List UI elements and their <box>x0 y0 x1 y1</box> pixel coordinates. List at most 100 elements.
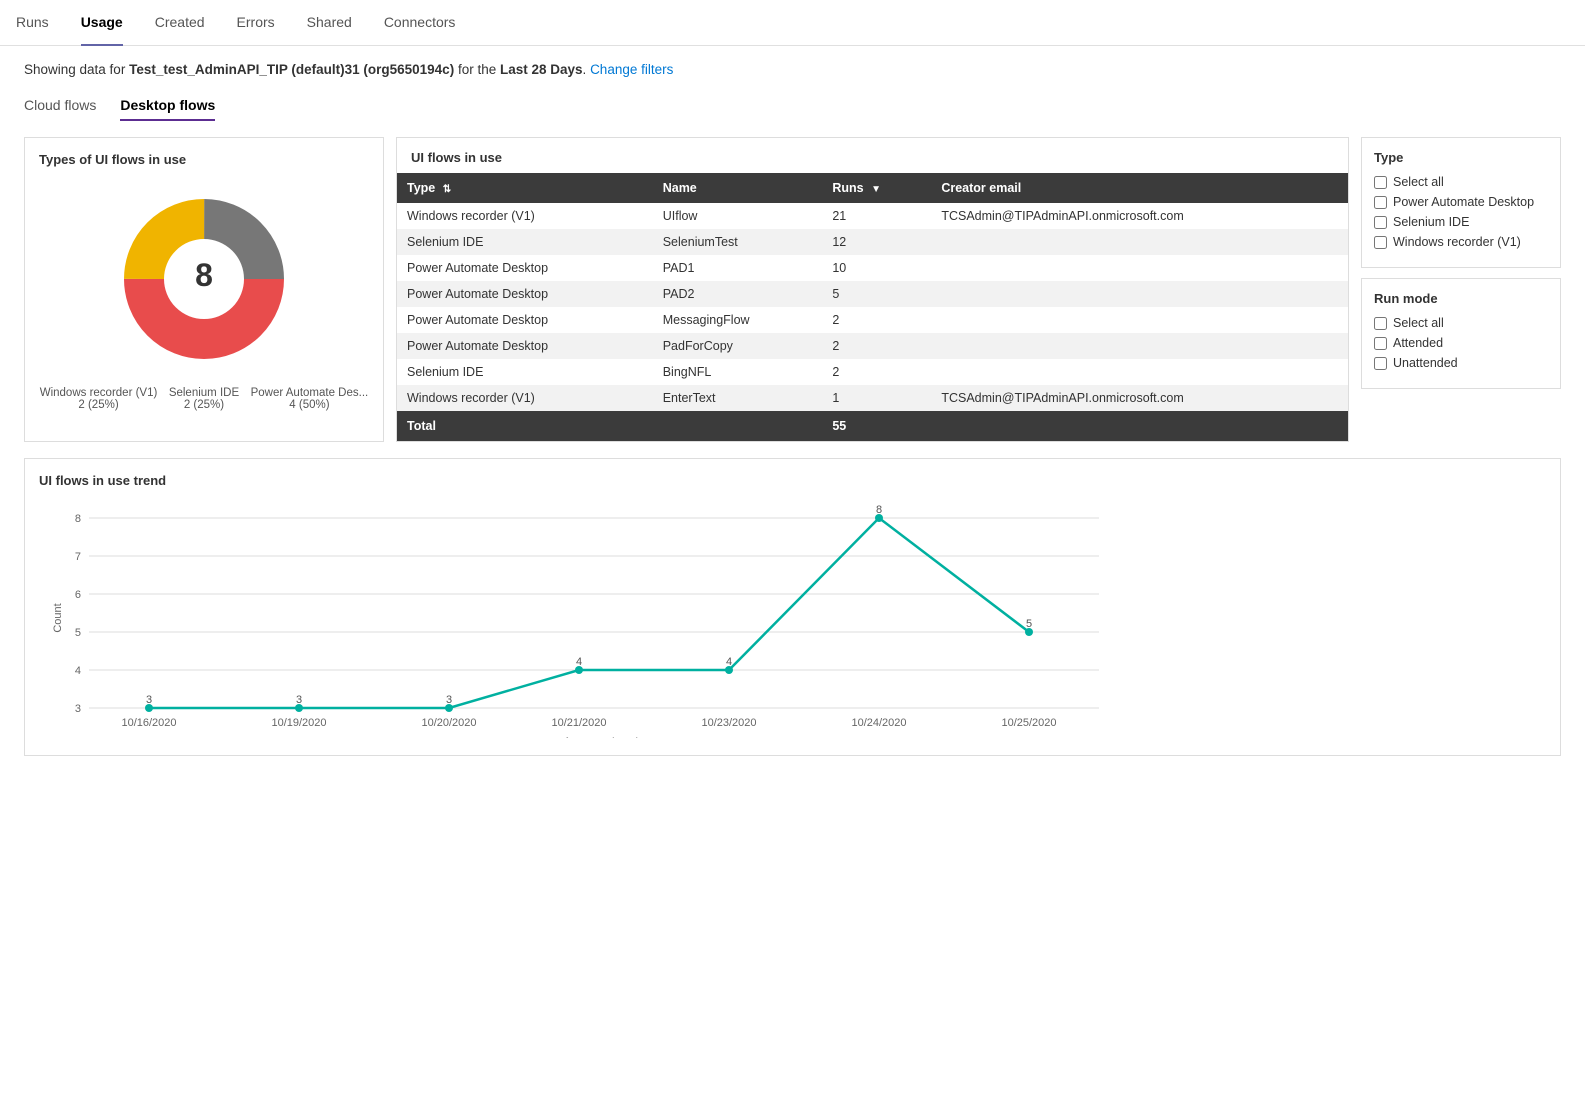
col-runs[interactable]: Runs ▼ <box>822 173 931 203</box>
runmode-filter-checkbox[interactable] <box>1374 337 1387 350</box>
type-filter-box: Type Select all Power Automate Desktop Sel… <box>1361 137 1561 268</box>
subtitle: Showing data for Test_test_AdminAPI_TIP … <box>24 62 1561 77</box>
cell-runs: 21 <box>822 203 931 229</box>
cell-creator <box>931 281 1348 307</box>
runmode-filter-label: Unattended <box>1393 356 1458 370</box>
cell-creator <box>931 229 1348 255</box>
cell-creator: TCSAdmin@TIPAdminAPI.onmicrosoft.com <box>931 385 1348 411</box>
col-name[interactable]: Name <box>653 173 823 203</box>
cell-type: Selenium IDE <box>397 229 653 255</box>
footer-empty <box>931 411 1348 441</box>
xtick-1019: 10/19/2020 <box>271 717 326 729</box>
runmode-filter-item[interactable]: Unattended <box>1374 356 1548 370</box>
x-axis-label: Aggregation date <box>563 735 655 738</box>
tab-errors[interactable]: Errors <box>237 0 275 46</box>
trend-title: UI flows in use trend <box>39 473 1546 488</box>
table-header-row: Type ⇅ Name Runs ▼ Creator email <box>397 173 1348 203</box>
table-row: Power Automate Desktop PAD2 5 <box>397 281 1348 307</box>
type-filter-item[interactable]: Select all <box>1374 175 1548 189</box>
cell-type: Power Automate Desktop <box>397 307 653 333</box>
runmode-filter-items: Select all Attended Unattended <box>1374 316 1548 370</box>
tab-connectors[interactable]: Connectors <box>384 0 456 46</box>
tab-usage[interactable]: Usage <box>81 0 123 46</box>
type-filter-label: Selenium IDE <box>1393 215 1469 229</box>
tab-runs[interactable]: Runs <box>16 0 49 46</box>
cell-name: PadForCopy <box>653 333 823 359</box>
type-filter-label: Power Automate Desktop <box>1393 195 1534 209</box>
cell-runs: 2 <box>822 333 931 359</box>
donut-title: Types of UI flows in use <box>39 152 369 167</box>
main-grid: Types of UI flows in use 8 Windows <box>24 137 1561 442</box>
donut-panel: Types of UI flows in use 8 Windows <box>24 137 384 442</box>
legend-value-red: 4 (50%) <box>289 399 329 411</box>
donut-svg: 8 <box>84 179 324 379</box>
col-creator[interactable]: Creator email <box>931 173 1348 203</box>
tab-created[interactable]: Created <box>155 0 205 46</box>
cell-runs: 2 <box>822 359 931 385</box>
trend-panel: UI flows in use trend Count 3 4 5 6 7 <box>24 458 1561 756</box>
table-body: Windows recorder (V1) UIflow 21 TCSAdmin… <box>397 203 1348 411</box>
donut-legend: Windows recorder (V1) 2 (25%) Selenium I… <box>39 387 369 411</box>
footer-total: 55 <box>822 411 931 441</box>
legend-label-red: Power Automate Des... <box>251 387 369 399</box>
legend-item-red: Power Automate Des... 4 (50%) <box>251 387 369 411</box>
xtick-1020: 10/20/2020 <box>421 717 476 729</box>
val-label-1024: 8 <box>876 504 882 516</box>
type-filter-checkbox[interactable] <box>1374 236 1387 249</box>
trend-line <box>149 518 1029 708</box>
val-label-1020: 3 <box>446 694 452 706</box>
runmode-filter-checkbox[interactable] <box>1374 357 1387 370</box>
xtick-1016: 10/16/2020 <box>121 717 176 729</box>
cell-runs: 12 <box>822 229 931 255</box>
nav-tabs: Runs Usage Created Errors Shared Connect… <box>0 0 1585 46</box>
type-filter-checkbox[interactable] <box>1374 216 1387 229</box>
val-label-1019: 3 <box>296 694 302 706</box>
type-filter-item[interactable]: Selenium IDE <box>1374 215 1548 229</box>
donut-container: 8 Windows recorder (V1) 2 (25%) Selenium… <box>39 179 369 411</box>
legend-item-yellow: Selenium IDE 2 (25%) <box>169 387 239 411</box>
runmode-filter-item[interactable]: Attended <box>1374 336 1548 350</box>
cell-type: Power Automate Desktop <box>397 333 653 359</box>
col-type[interactable]: Type ⇅ <box>397 173 653 203</box>
sort-icon-type: ⇅ <box>443 184 451 195</box>
sub-tab-cloud-flows[interactable]: Cloud flows <box>24 97 96 121</box>
ytick-7: 7 <box>75 551 81 563</box>
type-filter-checkbox[interactable] <box>1374 176 1387 189</box>
sub-tab-desktop-flows[interactable]: Desktop flows <box>120 97 215 121</box>
cell-name: PAD1 <box>653 255 823 281</box>
subtitle-bold: Test_test_AdminAPI_TIP (default)31 (org5… <box>129 62 454 77</box>
table-row: Power Automate Desktop MessagingFlow 2 <box>397 307 1348 333</box>
cell-type: Selenium IDE <box>397 359 653 385</box>
val-label-1025: 5 <box>1026 618 1032 630</box>
cell-runs: 1 <box>822 385 931 411</box>
ytick-5: 5 <box>75 627 81 639</box>
cell-creator <box>931 307 1348 333</box>
runmode-filter-item[interactable]: Select all <box>1374 316 1548 330</box>
cell-name: PAD2 <box>653 281 823 307</box>
table-row: Selenium IDE BingNFL 2 <box>397 359 1348 385</box>
cell-creator <box>931 255 1348 281</box>
type-filter-item[interactable]: Windows recorder (V1) <box>1374 235 1548 249</box>
cell-creator: TCSAdmin@TIPAdminAPI.onmicrosoft.com <box>931 203 1348 229</box>
cell-name: SeleniumTest <box>653 229 823 255</box>
cell-name: BingNFL <box>653 359 823 385</box>
runmode-filter-box: Run mode Select allAttendedUnattended <box>1361 278 1561 389</box>
table-row: Power Automate Desktop PadForCopy 2 <box>397 333 1348 359</box>
runmode-filter-label: Select all <box>1393 316 1444 330</box>
change-filters-link[interactable]: Change filters <box>590 62 673 77</box>
type-filter-title: Type <box>1374 150 1548 165</box>
type-filter-checkbox[interactable] <box>1374 196 1387 209</box>
runmode-filter-checkbox[interactable] <box>1374 317 1387 330</box>
type-filter-item[interactable]: Power Automate Desktop <box>1374 195 1548 209</box>
legend-label-gray: Windows recorder (V1) <box>40 387 158 399</box>
cell-type: Power Automate Desktop <box>397 255 653 281</box>
val-label-1023: 4 <box>726 656 732 668</box>
xtick-1021: 10/21/2020 <box>551 717 606 729</box>
y-axis-label: Count <box>52 603 64 632</box>
xtick-1024: 10/24/2020 <box>851 717 906 729</box>
table-footer-row: Total 55 <box>397 411 1348 441</box>
val-label-1016: 3 <box>146 694 152 706</box>
xtick-1025: 10/25/2020 <box>1001 717 1056 729</box>
val-label-1021: 4 <box>576 656 582 668</box>
tab-shared[interactable]: Shared <box>307 0 352 46</box>
